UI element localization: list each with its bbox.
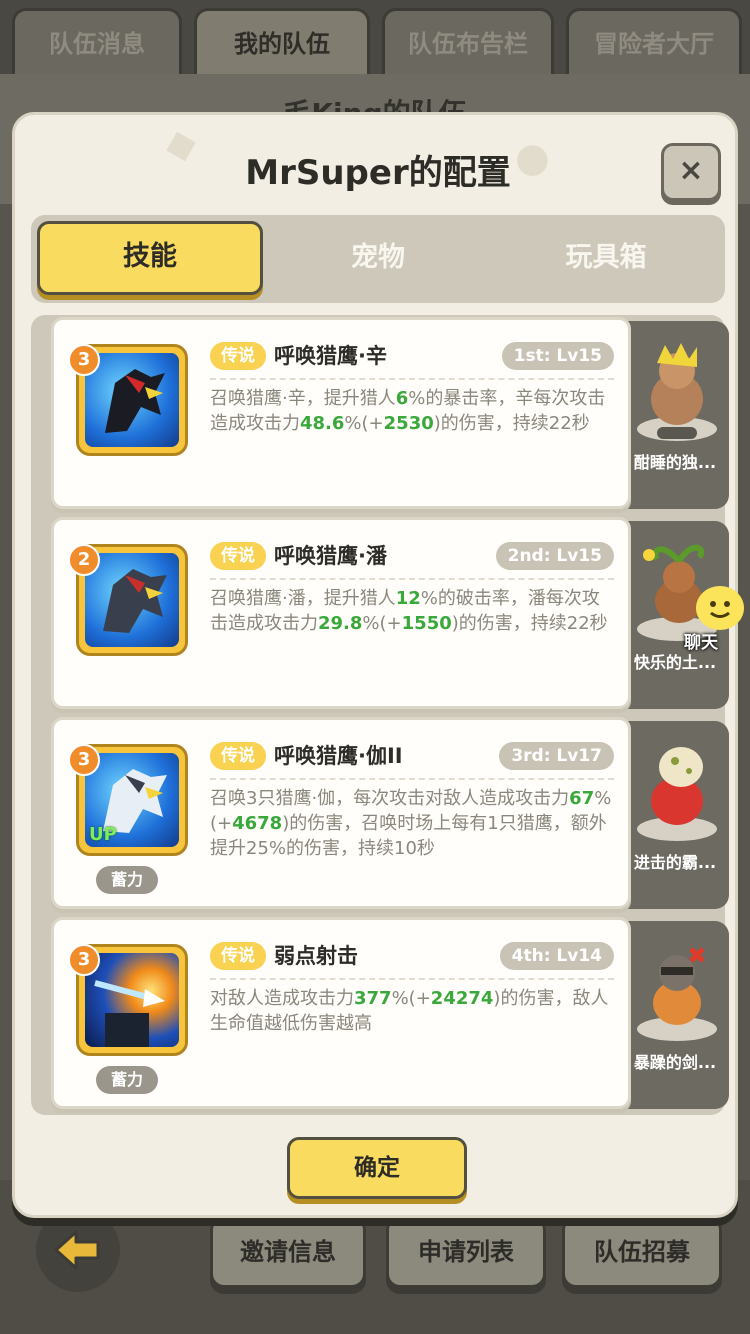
chat-smiley-icon <box>696 586 744 630</box>
description-text: 对敌人造成攻击力 <box>210 988 354 1009</box>
description-text: %(+ <box>391 988 431 1009</box>
skill-level-badge: 2 <box>68 544 100 576</box>
toy-figure-icon <box>637 343 717 441</box>
skill-description: 召唤猎鹰·辛，提升猎人6%的暴击率，辛每次攻击造成攻击力48.6%(+2530)… <box>210 386 616 436</box>
toy-figure-icon <box>637 747 717 841</box>
divider <box>210 378 614 380</box>
falcon-icon <box>103 569 167 633</box>
tab-team-board[interactable]: 队伍布告栏 <box>382 8 554 74</box>
toy-figure-icon <box>637 947 717 1041</box>
skill-name: 呼唤猎鹰·辛 <box>274 344 387 368</box>
chat-label: 聊天 <box>684 633 718 653</box>
skill-level-badge: 3 <box>68 944 100 976</box>
side-toy-name: 进击的霸... <box>633 853 717 872</box>
tab-toybox[interactable]: 玩具箱 <box>493 221 719 295</box>
skill-description: 召唤3只猎鹰·伽，每次攻击对敌人造成攻击力67%(+4678)的伤害，召唤时场上… <box>210 786 616 861</box>
skill-list: 酣睡的独... 快乐的土... 进击的霸... 暴躁的剑... 3 传说 呼唤猎… <box>31 315 729 1115</box>
upgrade-label: UP <box>89 824 117 845</box>
description-text: 召唤猎鹰·潘，提升猎人 <box>210 588 396 609</box>
highlight-value: 48.6 <box>300 413 345 434</box>
rarity-tag: 传说 <box>210 342 266 370</box>
config-tab-bar: 技能 宠物 玩具箱 <box>31 215 725 303</box>
invite-info-button[interactable]: 邀请信息 <box>210 1216 366 1288</box>
arrow-shot-icon <box>94 980 165 1047</box>
skill-level-badge: 3 <box>68 344 100 376</box>
divider <box>210 578 614 580</box>
side-toy-item[interactable]: 暴躁的剑... <box>621 921 729 1109</box>
tab-adventurer-hall[interactable]: 冒险者大厅 <box>566 8 742 74</box>
highlight-value: 29.8 <box>318 613 363 634</box>
rarity-tag: 传说 <box>210 742 266 770</box>
tab-my-team[interactable]: 我的队伍 <box>194 8 370 74</box>
skill-slot-level: 1st: Lv15 <box>501 342 614 370</box>
skill-slot-level: 2nd: Lv15 <box>495 542 614 570</box>
falcon-icon <box>105 369 165 433</box>
application-list-button[interactable]: 申请列表 <box>386 1216 546 1288</box>
highlight-value: 24274 <box>430 988 494 1009</box>
divider <box>210 778 614 780</box>
skill-name: 呼唤猎鹰·伽II <box>274 744 403 768</box>
close-button[interactable]: × <box>661 143 721 201</box>
skill-card[interactable]: 3 传说 呼唤猎鹰·辛 1st: Lv15 召唤猎鹰·辛，提升猎人6%的暴击率，… <box>51 317 631 509</box>
skill-description: 召唤猎鹰·潘，提升猎人12%的破击率，潘每次攻击造成攻击力29.8%(+1550… <box>210 586 616 636</box>
skill-description: 对敌人造成攻击力377%(+24274)的伤害，敌人生命值越低伤害越高 <box>210 986 616 1036</box>
skill-card[interactable]: UP 3 蓄力 传说 呼唤猎鹰·伽II 3rd: Lv17 召唤3只猎鹰·伽，每… <box>51 717 631 909</box>
skill-slot-level: 3rd: Lv17 <box>499 742 614 770</box>
side-toy-item[interactable]: 进击的霸... <box>621 721 729 909</box>
description-text: 召唤猎鹰·辛，提升猎人 <box>210 388 396 409</box>
tab-skills[interactable]: 技能 <box>37 221 263 295</box>
tab-team-messages[interactable]: 队伍消息 <box>12 8 182 74</box>
highlight-value: 377 <box>354 988 392 1009</box>
charge-label: 蓄力 <box>96 866 158 894</box>
tab-pets[interactable]: 宠物 <box>265 221 491 295</box>
rarity-tag: 传说 <box>210 942 266 970</box>
description-text: %(+ <box>344 413 384 434</box>
skill-slot-level: 4th: Lv14 <box>499 942 614 970</box>
highlight-value: 6 <box>395 388 409 409</box>
team-recruit-button[interactable]: 队伍招募 <box>562 1216 722 1288</box>
rarity-tag: 传说 <box>210 542 266 570</box>
skill-name: 呼唤猎鹰·潘 <box>274 544 387 568</box>
skill-level-badge: 3 <box>68 744 100 776</box>
highlight-value: 4678 <box>232 813 283 834</box>
description-text: %(+ <box>362 613 402 634</box>
skill-name: 弱点射击 <box>274 944 358 968</box>
side-toy-item[interactable]: 酣睡的独... <box>621 321 729 509</box>
confirm-button[interactable]: 确定 <box>287 1137 467 1199</box>
description-text: )的伤害，持续22秒 <box>451 613 608 634</box>
highlight-value: 1550 <box>401 613 452 634</box>
back-arrow-icon <box>54 1230 100 1270</box>
dialog-title: MrSuper的配置 <box>245 153 511 193</box>
side-toy-name: 暴躁的剑... <box>633 1053 717 1072</box>
highlight-value: 67 <box>569 788 595 809</box>
description-text: 召唤3只猎鹰·伽，每次攻击对敌人造成攻击力 <box>210 788 570 809</box>
config-dialog: ◆ ● MrSuper的配置 × 技能 宠物 玩具箱 酣睡的独... 快乐的土.… <box>12 112 738 1218</box>
highlight-value: 2530 <box>383 413 434 434</box>
divider <box>210 978 614 980</box>
skill-card[interactable]: 3 蓄力 传说 弱点射击 4th: Lv14 对敌人造成攻击力377%(+242… <box>51 917 631 1109</box>
chat-button[interactable]: 聊天 <box>676 586 746 653</box>
skill-card[interactable]: 2 传说 呼唤猎鹰·潘 2nd: Lv15 召唤猎鹰·潘，提升猎人12%的破击率… <box>51 517 631 709</box>
highlight-value: 12 <box>395 588 421 609</box>
side-toy-name: 酣睡的独... <box>633 453 717 472</box>
description-text: )的伤害，持续22秒 <box>433 413 590 434</box>
charge-label: 蓄力 <box>96 1066 158 1094</box>
